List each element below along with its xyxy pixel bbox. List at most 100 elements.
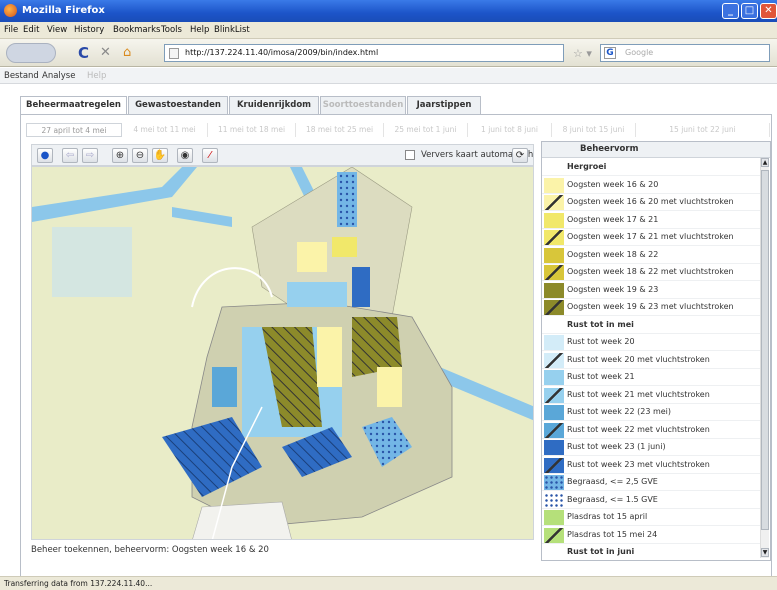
legend-swatch	[544, 510, 564, 525]
legend-item[interactable]: Rust tot week 22 (23 mei)	[542, 404, 760, 421]
legend-item[interactable]: Begraasd, <= 2,5 GVE	[542, 474, 760, 491]
legend-item[interactable]: Rust tot week 20 met vluchtstroken	[542, 352, 760, 369]
scroll-down-icon[interactable]: ▼	[761, 548, 769, 557]
menu-bookmarks[interactable]: Bookmarks	[113, 25, 161, 35]
legend-label: Rust tot week 21	[567, 372, 635, 381]
legend-swatch	[544, 230, 564, 245]
menu-tools[interactable]: Tools	[161, 25, 182, 35]
legend-label: Rust tot in mei	[567, 319, 634, 329]
map-canvas[interactable]	[32, 167, 534, 540]
legend-item[interactable]: Oogsten week 18 & 22	[542, 247, 760, 264]
legend-swatch	[544, 422, 564, 438]
legend-item[interactable]: Rust tot week 23 met vluchtstroken	[542, 457, 760, 474]
week-tab[interactable]: 8 juni tot 15 juni	[552, 123, 636, 137]
legend-scrollbar[interactable]: ▲ ▼	[760, 158, 769, 558]
legend-item[interactable]: Rust tot week 22 met vluchtstroken	[542, 422, 760, 439]
app-menu-help[interactable]: Help	[87, 71, 106, 81]
stop-icon[interactable]: ✕	[100, 44, 111, 62]
tab-soorttoestanden[interactable]: Soorttoestanden	[320, 96, 406, 114]
menu-blinklist[interactable]: BlinkList	[214, 25, 250, 35]
tab-beheermaatregelen[interactable]: Beheermaatregelen	[20, 96, 127, 115]
legend-group-header: Hergroei	[542, 159, 760, 176]
legend-item[interactable]: Oogsten week 17 & 21	[542, 212, 760, 229]
close-button[interactable]: ✕	[760, 3, 777, 19]
url-text: http://137.224.11.40/imosa/2009/bin/inde…	[185, 48, 379, 57]
legend-label: Oogsten week 17 & 21	[567, 214, 659, 224]
legend-swatch	[544, 265, 564, 280]
legend-item[interactable]: Oogsten week 16 & 20 met vluchtstroken	[542, 194, 760, 211]
back-arrow-icon[interactable]: ⇦	[62, 148, 78, 163]
legend-item[interactable]: Rust tot week 23 (1 juni)	[542, 439, 760, 456]
map-view[interactable]	[31, 166, 534, 540]
week-tab[interactable]: 27 april tot 4 mei	[26, 123, 122, 137]
tab-kruidenrijkdom[interactable]: Kruidenrijkdom	[229, 96, 319, 114]
scroll-thumb[interactable]	[761, 170, 769, 530]
legend-item[interactable]: Plasdras tot 15 mei 24	[542, 527, 760, 544]
legend-label: Rust tot week 23 met vluchtstroken	[567, 459, 710, 469]
zoom-out-icon[interactable]: ⊖	[132, 148, 148, 163]
week-tab[interactable]: 11 mei tot 18 mei	[208, 123, 296, 137]
tab-jaarstippen[interactable]: Jaarstippen	[407, 96, 481, 114]
legend-label: Rust tot week 20 met vluchtstroken	[567, 354, 710, 364]
week-tab[interactable]: 18 mei tot 25 mei	[296, 123, 384, 137]
zoom-in-icon[interactable]: ⊕	[112, 148, 128, 163]
scroll-up-icon[interactable]: ▲	[761, 158, 769, 167]
app-menu-analyse[interactable]: Analyse	[42, 71, 75, 81]
pan-hand-icon[interactable]: ✋	[152, 148, 168, 163]
auto-refresh-checkbox[interactable]	[405, 150, 415, 160]
forward-arrow-icon[interactable]: ⇨	[82, 148, 98, 163]
globe-icon[interactable]: ●	[37, 148, 53, 163]
tab-gewastoestanden[interactable]: Gewastoestanden	[128, 96, 228, 114]
map-toolbar: ● ⇦ ⇨ ⊕ ⊖ ✋ ◉ ⁄ Ververs kaart automatisc…	[31, 144, 534, 166]
legend-swatch	[544, 405, 564, 420]
url-field[interactable]: http://137.224.11.40/imosa/2009/bin/inde…	[164, 44, 564, 62]
google-icon: G	[604, 47, 616, 59]
legend-label: Oogsten week 19 & 23	[567, 284, 659, 294]
legend-item[interactable]: Oogsten week 19 & 23 met vluchtstroken	[542, 299, 760, 316]
week-tab[interactable]: 25 mei tot 1 juni	[384, 123, 468, 137]
legend-item[interactable]: Plasdras tot 15 april	[542, 509, 760, 526]
identify-icon[interactable]: ◉	[177, 148, 193, 163]
back-forward-button[interactable]	[6, 43, 56, 63]
week-tab[interactable]: 4 mei tot 11 mei	[122, 123, 208, 137]
legend-swatch	[544, 300, 564, 315]
legend-label: Plasdras tot 15 mei 24	[567, 529, 658, 539]
refresh-map-icon[interactable]: ⟳	[512, 148, 528, 163]
reload-icon[interactable]: C	[78, 44, 89, 62]
menu-edit[interactable]: Edit	[23, 25, 39, 35]
legend-item[interactable]: Oogsten week 18 & 22 met vluchtstroken	[542, 264, 760, 281]
bookmark-star-icon[interactable]: ☆ ▾	[573, 47, 592, 60]
page-icon	[169, 48, 179, 59]
week-tab[interactable]: 15 juni tot 22 juni	[636, 123, 770, 137]
legend-item[interactable]: Begraasd, <= 1.5 GVE	[542, 492, 760, 509]
menu-history[interactable]: History	[74, 25, 104, 35]
minimize-button[interactable]: _	[722, 3, 739, 19]
legend-swatch	[544, 352, 564, 368]
legend-swatch	[544, 370, 564, 385]
measure-icon[interactable]: ⁄	[202, 148, 218, 163]
legend-item[interactable]: Oogsten week 17 & 21 met vluchtstroken	[542, 229, 760, 246]
legend-item[interactable]: Oogsten week 16 & 20	[542, 177, 760, 194]
legend-item[interactable]: Rust tot week 20	[542, 334, 760, 351]
legend-label: Rust tot week 22 met vluchtstroken	[567, 424, 710, 434]
search-field[interactable]: G Google	[600, 44, 770, 62]
firefox-logo-icon	[4, 4, 17, 17]
legend-item[interactable]: Oogsten week 19 & 23	[542, 282, 760, 299]
home-icon[interactable]: ⌂	[123, 44, 131, 62]
legend-label: Oogsten week 17 & 21 met vluchtstroken	[567, 232, 734, 241]
legend-swatch	[544, 282, 564, 298]
app-menu-bestand[interactable]: Bestand	[4, 71, 39, 81]
menu-file[interactable]: File	[4, 25, 18, 35]
window-titlebar: Mozilla Firefox _ □ ✕	[0, 0, 777, 22]
menu-help[interactable]: Help	[190, 25, 209, 35]
legend-item[interactable]: Rust tot week 21	[542, 369, 760, 386]
maximize-button[interactable]: □	[741, 3, 758, 19]
legend-panel: Beheervorm Hergroei Oogsten week 16 & 20 O…	[541, 141, 771, 561]
week-tab[interactable]: 1 juni tot 8 juni	[468, 123, 552, 137]
window-title: Mozilla Firefox	[22, 5, 105, 16]
legend-swatch	[544, 247, 564, 263]
legend-item[interactable]: Rust tot week 21 met vluchtstroken	[542, 387, 760, 404]
menu-view[interactable]: View	[47, 25, 67, 35]
legend-swatch	[544, 387, 564, 403]
legend-swatch	[544, 457, 564, 473]
